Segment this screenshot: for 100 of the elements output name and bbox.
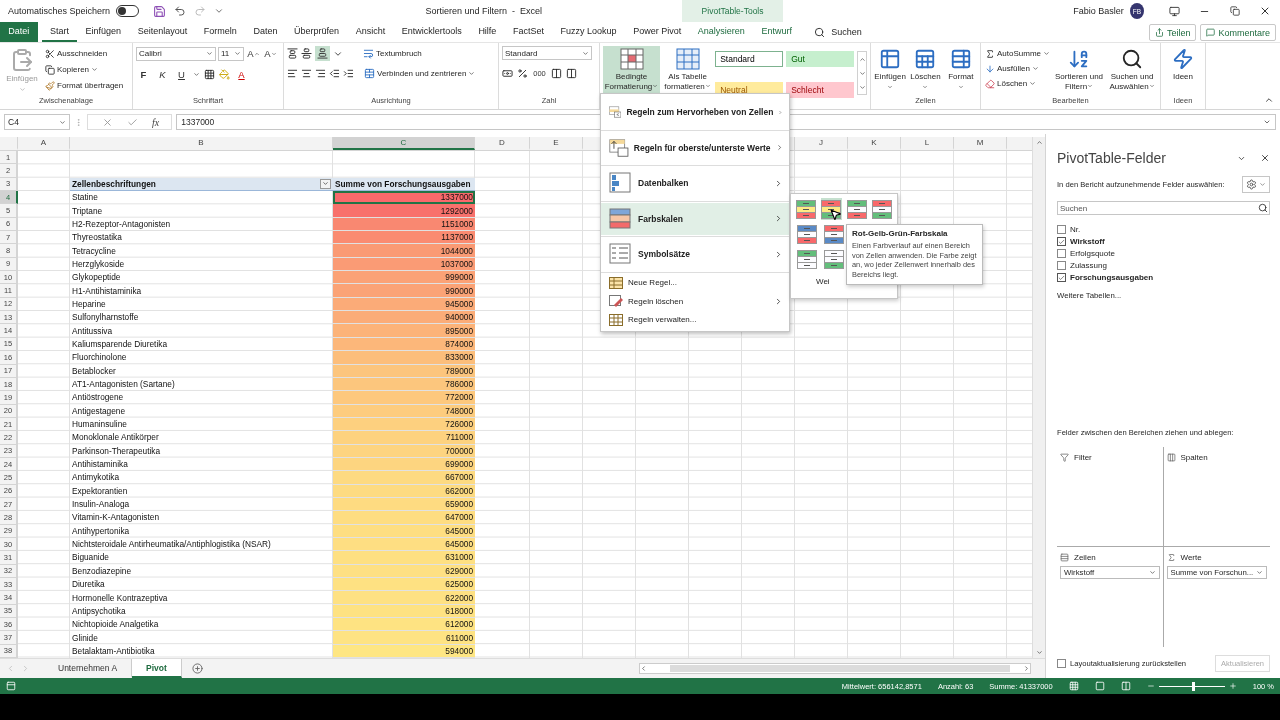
ribbon-tab[interactable]: Hilfe xyxy=(470,22,505,42)
scroll-thumb[interactable] xyxy=(670,665,1010,672)
field-search-field[interactable]: Suchen xyxy=(1057,201,1270,215)
cell-style[interactable]: Schlecht xyxy=(786,81,855,98)
bold-button[interactable]: F xyxy=(136,67,151,82)
value-cell[interactable]: 1337000 xyxy=(333,191,475,205)
menu-item[interactable]: Farbskalen xyxy=(601,202,789,235)
ribbon-tab[interactable]: Ansicht xyxy=(347,22,394,42)
cut-button[interactable]: Ausschneiden xyxy=(44,46,125,61)
align-center-icon[interactable] xyxy=(301,68,312,79)
merge-center-button[interactable]: Verbinden und zentrieren xyxy=(363,66,477,81)
field-checkbox[interactable] xyxy=(1057,249,1066,258)
ribbon-tab[interactable]: Power Pivot xyxy=(624,22,690,42)
field-checkbox[interactable] xyxy=(1057,273,1066,282)
defer-checkbox[interactable] xyxy=(1057,659,1066,668)
filter-dropdown-button[interactable] xyxy=(320,178,331,189)
percent-icon[interactable] xyxy=(517,68,528,79)
fill-color-icon[interactable] xyxy=(219,69,230,80)
color-scale-option[interactable] xyxy=(871,198,893,220)
close-icon[interactable] xyxy=(1259,5,1271,17)
cells-button[interactable]: Einfügen xyxy=(874,46,907,96)
close-icon[interactable] xyxy=(1260,153,1270,163)
page-break-icon[interactable] xyxy=(1120,681,1131,691)
value-cell[interactable]: 772000 xyxy=(333,391,475,405)
value-cell[interactable]: 667000 xyxy=(333,471,475,485)
autosave-toggle[interactable] xyxy=(116,5,140,17)
align-left-icon[interactable] xyxy=(287,68,298,79)
insert-function-button[interactable]: fx xyxy=(152,116,160,128)
format-as-table-button[interactable]: Als Tabelle formatieren xyxy=(663,46,713,96)
ideas-button[interactable]: Ideen xyxy=(1164,46,1202,96)
horizontal-scrollbar[interactable] xyxy=(639,663,1031,674)
field-checkbox[interactable] xyxy=(1057,261,1066,270)
restore-icon[interactable] xyxy=(1230,6,1240,16)
value-cell[interactable]: 940000 xyxy=(333,311,475,325)
decrease-indent-icon[interactable] xyxy=(329,68,340,79)
ribbon-tab[interactable]: Entwicklertools xyxy=(393,22,471,42)
value-cell[interactable]: 611000 xyxy=(333,631,475,645)
name-box[interactable]: C4 xyxy=(4,114,70,130)
align-bottom-button[interactable] xyxy=(315,46,330,61)
font-color-button[interactable]: A xyxy=(234,67,249,82)
color-scale-option[interactable] xyxy=(822,223,845,245)
value-cell[interactable]: 990000 xyxy=(333,284,475,298)
value-cell[interactable]: 999000 xyxy=(333,271,475,285)
ribbon-tab[interactable]: Datei xyxy=(0,22,38,42)
color-scale-option[interactable] xyxy=(795,198,817,220)
slider-thumb[interactable] xyxy=(1191,681,1195,691)
underline-button[interactable]: U xyxy=(174,67,189,82)
autosum-button[interactable]: AutoSumme xyxy=(984,46,1052,61)
clear-button[interactable]: Löschen xyxy=(984,76,1052,91)
ribbon-tab[interactable]: Daten xyxy=(245,22,286,42)
ribbon-tab[interactable]: Fuzzy Lookup xyxy=(552,22,625,42)
cells-button[interactable]: Format xyxy=(944,46,977,96)
shrink-font-button[interactable]: A xyxy=(263,46,278,61)
normal-view-icon[interactable] xyxy=(1068,681,1079,691)
zoom-in-icon[interactable] xyxy=(1228,682,1237,690)
value-cell[interactable]: 1137000 xyxy=(333,231,475,245)
share-button[interactable]: Teilen xyxy=(1148,24,1197,41)
value-cell[interactable]: 711000 xyxy=(333,431,475,445)
increase-indent-icon[interactable] xyxy=(343,68,354,79)
color-scale-option[interactable] xyxy=(846,198,868,220)
customize-icon[interactable] xyxy=(214,6,225,16)
field-checkbox[interactable] xyxy=(1057,237,1066,246)
cells-button[interactable]: Löschen xyxy=(909,46,942,96)
align-middle-icon[interactable] xyxy=(301,48,312,59)
ribbon-tab[interactable]: FactSet xyxy=(504,22,553,42)
value-cell[interactable]: 833000 xyxy=(333,351,475,365)
menu-item[interactable]: Symbolsätze xyxy=(601,238,789,271)
vertical-scrollbar[interactable] xyxy=(1032,137,1045,658)
menu-item[interactable]: Regeln löschen xyxy=(601,292,789,311)
sort-filter-button[interactable]: Sortieren und Filtern xyxy=(1054,46,1104,96)
font-size-field[interactable]: 11 xyxy=(218,46,244,61)
value-cell[interactable]: 647000 xyxy=(333,511,475,525)
color-scale-option[interactable] xyxy=(795,248,818,270)
cancel-icon[interactable] xyxy=(102,116,113,128)
value-cell[interactable]: 625000 xyxy=(333,578,475,592)
value-cell[interactable]: 895000 xyxy=(333,324,475,338)
align-right-icon[interactable] xyxy=(315,68,326,79)
cell-style[interactable]: Standard xyxy=(715,51,784,67)
font-name-field[interactable]: Calibri xyxy=(136,46,216,61)
borders-icon[interactable] xyxy=(204,69,215,80)
menu-item[interactable]: Regeln für oberste/unterste Werte xyxy=(601,131,789,164)
value-cell[interactable]: 631000 xyxy=(333,551,475,565)
value-cell[interactable]: 1292000 xyxy=(333,204,475,218)
tools-button[interactable] xyxy=(1242,176,1270,193)
tell-me-search[interactable]: Suchen xyxy=(831,27,862,37)
page-layout-icon[interactable] xyxy=(1094,681,1105,691)
fill-button[interactable]: Ausfüllen xyxy=(984,61,1052,76)
collapse-ribbon-icon[interactable] xyxy=(1264,95,1274,105)
menu-item[interactable]: Regeln zum Hervorheben von Zellen xyxy=(601,96,789,129)
currency-icon[interactable] xyxy=(502,68,513,79)
ribbon-tab[interactable]: Entwurf xyxy=(753,22,801,42)
sheet-tab[interactable]: Pivot xyxy=(132,659,182,678)
column-header[interactable]: C xyxy=(333,137,475,150)
field-checkbox[interactable] xyxy=(1057,225,1066,234)
ribbon-display-icon[interactable] xyxy=(1169,5,1181,17)
ribbon-tab[interactable]: Formeln xyxy=(195,22,246,42)
menu-item[interactable]: Neue Regel... xyxy=(601,273,789,292)
number-format-field[interactable]: Standard xyxy=(502,46,592,60)
undo-icon[interactable] xyxy=(174,5,187,17)
color-scale-option[interactable] xyxy=(795,223,818,245)
